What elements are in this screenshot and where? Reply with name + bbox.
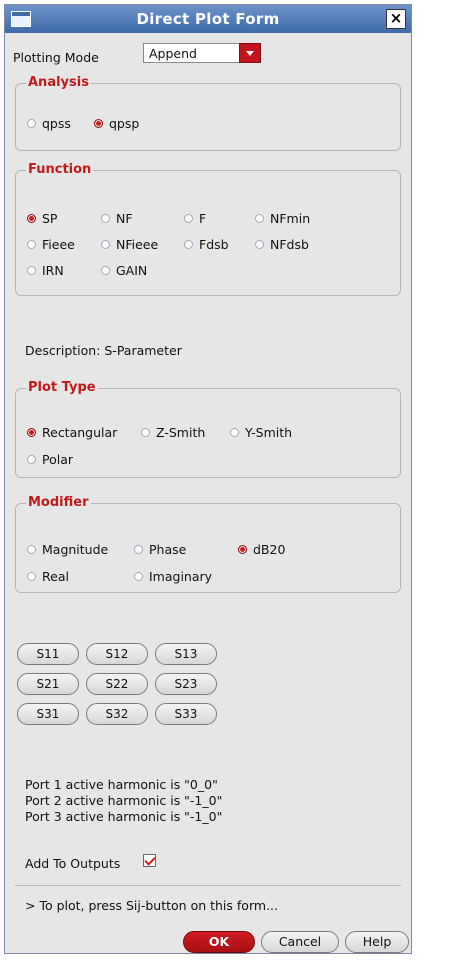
radio-imaginary[interactable]: Imaginary: [134, 569, 212, 584]
radio-phase[interactable]: Phase: [134, 542, 186, 557]
s33-button[interactable]: S33: [155, 703, 217, 725]
radio-dot: [230, 428, 239, 437]
ok-button[interactable]: OK: [183, 931, 255, 953]
modifier-group: Modifier Magnitude Phase dB20 Real Imagi…: [15, 495, 401, 593]
radio-dot: [27, 545, 36, 554]
radio-y-smith[interactable]: Y-Smith: [230, 425, 292, 440]
radio-nfdsb[interactable]: NFdsb: [255, 237, 309, 252]
s21-button[interactable]: S21: [17, 673, 79, 695]
s22-button[interactable]: S22: [86, 673, 148, 695]
radio-label: NFmin: [270, 211, 311, 226]
radio-label: IRN: [42, 263, 64, 278]
plotting-mode-value: Append: [149, 46, 197, 61]
divider: [15, 885, 401, 886]
window-title: Direct Plot Form: [136, 10, 280, 28]
radio-polar[interactable]: Polar: [27, 452, 73, 467]
s31-button[interactable]: S31: [17, 703, 79, 725]
close-button[interactable]: ×: [386, 9, 406, 29]
radio-dot: [134, 545, 143, 554]
radio-label: NF: [116, 211, 133, 226]
radio-label: Imaginary: [149, 569, 213, 584]
radio-dot: [141, 428, 150, 437]
radio-real[interactable]: Real: [27, 569, 69, 584]
radio-label: Phase: [149, 542, 187, 557]
radio-dot: [184, 240, 193, 249]
s12-button[interactable]: S12: [86, 643, 148, 665]
radio-nfieee[interactable]: NFieee: [101, 237, 158, 252]
radio-rectangular[interactable]: Rectangular: [27, 425, 117, 440]
radio-dot: [27, 455, 36, 464]
radio-label: Fieee: [42, 237, 75, 252]
radio-dot-selected: [27, 428, 36, 437]
radio-f[interactable]: F: [184, 211, 206, 226]
plotting-mode-select[interactable]: Append: [143, 43, 261, 63]
analysis-group: Analysis qpss qpsp: [15, 75, 401, 151]
radio-fdsb[interactable]: Fdsb: [184, 237, 229, 252]
radio-label: qpss: [42, 116, 71, 131]
radio-dot: [27, 240, 36, 249]
radio-label: Fdsb: [199, 237, 229, 252]
radio-db20[interactable]: dB20: [238, 542, 285, 557]
function-legend: Function: [26, 162, 94, 177]
radio-label: Rectangular: [42, 425, 118, 440]
plot-type-legend: Plot Type: [26, 380, 98, 395]
radio-fieee[interactable]: Fieee: [27, 237, 75, 252]
analysis-legend: Analysis: [26, 75, 91, 90]
radio-dot: [134, 572, 143, 581]
radio-label: dB20: [253, 542, 286, 557]
radio-dot: [101, 240, 110, 249]
radio-dot: [27, 572, 36, 581]
add-to-outputs-checkbox[interactable]: [143, 854, 156, 867]
radio-label: NFieee: [116, 237, 159, 252]
radio-qpsp[interactable]: qpsp: [94, 116, 139, 131]
harmonic-port-3: Port 3 active harmonic is "-1_0": [25, 809, 223, 824]
s32-button[interactable]: S32: [86, 703, 148, 725]
s11-button[interactable]: S11: [17, 643, 79, 665]
radio-dot: [184, 214, 193, 223]
radio-label: NFdsb: [270, 237, 309, 252]
s23-button[interactable]: S23: [155, 673, 217, 695]
harmonic-port-2: Port 2 active harmonic is "-1_0": [25, 793, 223, 808]
radio-dot: [27, 119, 36, 128]
radio-label: SP: [42, 211, 58, 226]
cancel-button[interactable]: Cancel: [261, 931, 339, 953]
radio-dot: [255, 214, 264, 223]
radio-label: Y-Smith: [245, 425, 293, 440]
harmonic-port-1: Port 1 active harmonic is "0_0": [25, 777, 218, 792]
radio-label: F: [199, 211, 207, 226]
status-message: > To plot, press Sij-button on this form…: [25, 898, 278, 913]
chevron-down-icon[interactable]: [239, 43, 261, 63]
direct-plot-form-window: Direct Plot Form × Plotting Mode Append …: [4, 4, 412, 954]
plot-type-group: Plot Type Rectangular Z-Smith Y-Smith Po…: [15, 380, 401, 478]
title-bar[interactable]: Direct Plot Form ×: [5, 5, 411, 33]
radio-z-smith[interactable]: Z-Smith: [141, 425, 205, 440]
radio-label: Magnitude: [42, 542, 109, 557]
function-group: Function SP NF F NFmin Fieee NFieee Fdsb: [15, 162, 401, 296]
radio-nfmin[interactable]: NFmin: [255, 211, 310, 226]
add-to-outputs-label: Add To Outputs: [25, 856, 121, 871]
radio-irn[interactable]: IRN: [27, 263, 64, 278]
s13-button[interactable]: S13: [155, 643, 217, 665]
radio-dot-selected: [94, 119, 103, 128]
plotting-mode-label: Plotting Mode: [13, 50, 99, 65]
radio-qpss[interactable]: qpss: [27, 116, 71, 131]
modifier-legend: Modifier: [26, 495, 91, 510]
radio-label: Polar: [42, 452, 74, 467]
radio-label: Z-Smith: [156, 425, 206, 440]
radio-label: qpsp: [109, 116, 140, 131]
radio-dot-selected: [27, 214, 36, 223]
radio-magnitude[interactable]: Magnitude: [27, 542, 108, 557]
description-text: Description: S-Parameter: [25, 343, 182, 358]
radio-dot: [101, 214, 110, 223]
help-button[interactable]: Help: [345, 931, 409, 953]
radio-sp[interactable]: SP: [27, 211, 57, 226]
radio-gain[interactable]: GAIN: [101, 263, 147, 278]
radio-label: Real: [42, 569, 69, 584]
radio-nf[interactable]: NF: [101, 211, 133, 226]
radio-dot: [27, 266, 36, 275]
radio-dot-selected: [238, 545, 247, 554]
radio-dot: [255, 240, 264, 249]
radio-label: GAIN: [116, 263, 148, 278]
radio-dot: [101, 266, 110, 275]
